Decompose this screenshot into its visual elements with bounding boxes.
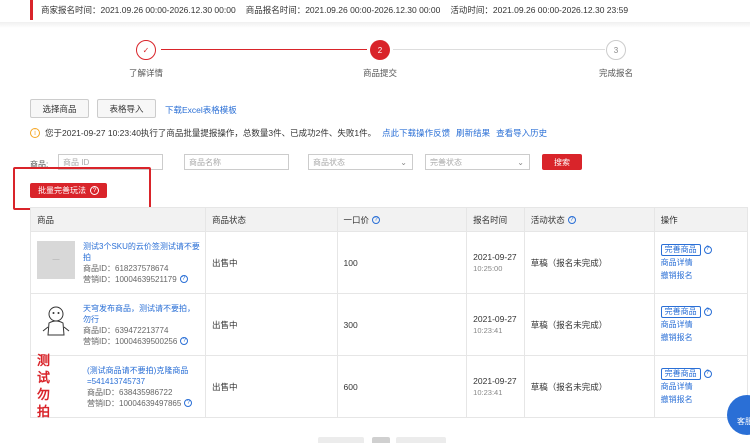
help-icon[interactable]: ? xyxy=(703,245,712,254)
notice-text: 您于2021-09-27 10:23:40执行了商品批量提报操作，总数量3件、已… xyxy=(45,128,377,138)
perfect-status-select[interactable]: 完善状态 ⌄ xyxy=(425,154,530,170)
product-detail-link[interactable]: 商品详情 xyxy=(661,380,747,393)
batch-perfect-button[interactable]: 批量完善玩法 ? xyxy=(30,183,107,198)
col-ops: 操作 xyxy=(653,207,749,232)
price: 100 xyxy=(336,231,468,294)
withdraw-signup-link[interactable]: 撤销报名 xyxy=(661,269,747,282)
col-product: 商品 xyxy=(30,207,206,232)
product-title-link[interactable]: 天穹发布商品，测试请不要拍，勿行 xyxy=(83,303,201,325)
product-status: 出售中 xyxy=(205,293,338,356)
help-icon[interactable]: ? xyxy=(180,337,189,346)
import-notice: i 您于2021-09-27 10:23:40执行了商品批量提报操作，总数量3件… xyxy=(30,127,547,139)
pagination-current[interactable] xyxy=(372,437,390,443)
step-submit-products: 2 商品提交 xyxy=(350,40,410,79)
step-line-done xyxy=(161,49,367,50)
col-price: 一口价? xyxy=(336,207,468,232)
product-title-link[interactable]: 测试3个SKU的云价签测试请不要拍 xyxy=(83,241,201,263)
chevron-down-icon: ⌄ xyxy=(517,157,524,167)
step-complete-signup: 3 完成报名 xyxy=(586,40,646,79)
check-icon: ✓ xyxy=(136,40,156,60)
price: 300 xyxy=(336,293,468,356)
download-template-link[interactable]: 下载Excel表格模板 xyxy=(165,104,237,116)
batch-perfect-label: 批量完善玩法 xyxy=(38,186,86,195)
search-button[interactable]: 搜索 xyxy=(542,154,582,170)
activity-time: 活动时间：2021.09.26 00:00-2026.12.30 23:59 xyxy=(450,5,629,15)
product-thumbnail: 测 试 勿 拍 xyxy=(37,353,79,419)
cartoon-image xyxy=(42,306,70,335)
signup-date: 2021-09-27 xyxy=(473,251,517,262)
chevron-down-icon: ⌄ xyxy=(400,157,407,167)
thumbnail-text: 测 试 xyxy=(37,352,56,385)
help-icon[interactable]: ? xyxy=(703,307,712,316)
withdraw-signup-link[interactable]: 撤销报名 xyxy=(661,331,747,344)
product-id: 商品ID：618237578674 xyxy=(83,263,169,273)
table-row: 天穹发布商品，测试请不要拍，勿行 商品ID：639472213774 营销ID：… xyxy=(30,293,749,356)
refresh-result-link[interactable]: 刷新结果 xyxy=(456,127,490,139)
pagination-prev[interactable] xyxy=(318,437,364,443)
product-signup-time: 商品报名时间：2021.09.26 00:00-2026.12.30 00:00 xyxy=(245,5,441,15)
product-detail-link[interactable]: 商品详情 xyxy=(661,256,747,269)
product-thumbnail xyxy=(37,303,75,341)
marketing-id: 营销ID：10004639497865? xyxy=(87,398,205,409)
product-table: 商品 商品状态 一口价? 报名时间 活动状态? 操作 — 测试3个SKU的云价签… xyxy=(30,207,749,419)
col-status: 商品状态 xyxy=(205,207,338,232)
select-products-button[interactable]: 选择商品 xyxy=(30,99,89,118)
product-id: 商品ID：638435986722 xyxy=(87,387,173,397)
signup-date: 2021-09-27 xyxy=(473,375,517,386)
step-line-todo xyxy=(393,49,605,50)
marketing-id: 营销ID：10004639500256? xyxy=(83,336,201,347)
help-icon: ? xyxy=(90,186,99,195)
step-number: 3 xyxy=(606,40,626,60)
perfect-product-button[interactable]: 完善商品 xyxy=(660,305,701,318)
import-history-link[interactable]: 查看导入历史 xyxy=(496,127,547,139)
step-number: 2 xyxy=(370,40,390,60)
download-feedback-link[interactable]: 点此下载操作反馈 xyxy=(382,127,450,139)
product-id: 商品ID：639472213774 xyxy=(83,325,169,335)
price: 600 xyxy=(336,355,468,418)
product-title-link[interactable]: (测试商品请不要拍)克隆商品=541413745737 xyxy=(87,365,205,387)
perfect-product-button[interactable]: 完善商品 xyxy=(660,243,701,256)
activity-time-bar: 商家报名时间：2021.09.26 00:00-2026.12.30 00:00… xyxy=(30,0,638,20)
product-status: 出售中 xyxy=(205,231,338,294)
perfect-product-button[interactable]: 完善商品 xyxy=(660,367,701,380)
step-learn-details: ✓ 了解详情 xyxy=(116,40,176,79)
activity-status: 草稿（报名未完成） xyxy=(523,293,655,356)
help-icon[interactable]: ? xyxy=(184,399,193,408)
marketing-id: 营销ID：10004639521179? xyxy=(83,274,201,285)
signup-time: 10:25:00 xyxy=(473,263,503,273)
signup-time: 10:23:41 xyxy=(473,387,503,397)
merchant-signup-time: 商家报名时间：2021.09.26 00:00-2026.12.30 00:00 xyxy=(41,5,236,15)
product-status: 出售中 xyxy=(205,355,338,418)
product-name-input[interactable]: 商品名称 xyxy=(184,154,289,170)
table-header: 商品 商品状态 一口价? 报名时间 活动状态? 操作 xyxy=(30,207,749,232)
product-status-value: 商品状态 xyxy=(313,157,345,167)
step-label: 商品提交 xyxy=(362,68,397,78)
customer-service-label: 客服 xyxy=(737,417,750,426)
perfect-status-value: 完善状态 xyxy=(430,157,462,167)
activity-status: 草稿（报名未完成） xyxy=(523,231,655,294)
activity-status: 草稿（报名未完成） xyxy=(523,355,655,418)
pagination-next[interactable] xyxy=(396,437,446,443)
col-activity-status: 活动状态? xyxy=(523,207,655,232)
signup-time: 10:23:41 xyxy=(473,325,503,335)
thumbnail-text: 勿 拍 xyxy=(37,386,56,419)
help-icon[interactable]: ? xyxy=(179,275,188,284)
help-icon[interactable]: ? xyxy=(567,216,576,225)
info-icon: i xyxy=(30,128,40,138)
product-thumbnail: — xyxy=(37,240,75,279)
signup-date: 2021-09-27 xyxy=(473,313,517,324)
product-status-select[interactable]: 商品状态 ⌄ xyxy=(308,154,413,170)
step-label: 完成报名 xyxy=(598,68,633,78)
product-detail-link[interactable]: 商品详情 xyxy=(661,318,747,331)
table-import-button[interactable]: 表格导入 xyxy=(97,99,156,118)
table-row: 测 试 勿 拍 (测试商品请不要拍)克隆商品=541413745737 商品ID… xyxy=(30,353,749,419)
col-signup-time: 报名时间 xyxy=(466,207,525,232)
help-icon[interactable]: ? xyxy=(372,216,381,225)
step-label: 了解详情 xyxy=(128,68,163,78)
divider xyxy=(0,22,750,28)
help-icon[interactable]: ? xyxy=(703,369,712,378)
table-row: — 测试3个SKU的云价签测试请不要拍 商品ID：618237578674 营销… xyxy=(30,231,749,294)
